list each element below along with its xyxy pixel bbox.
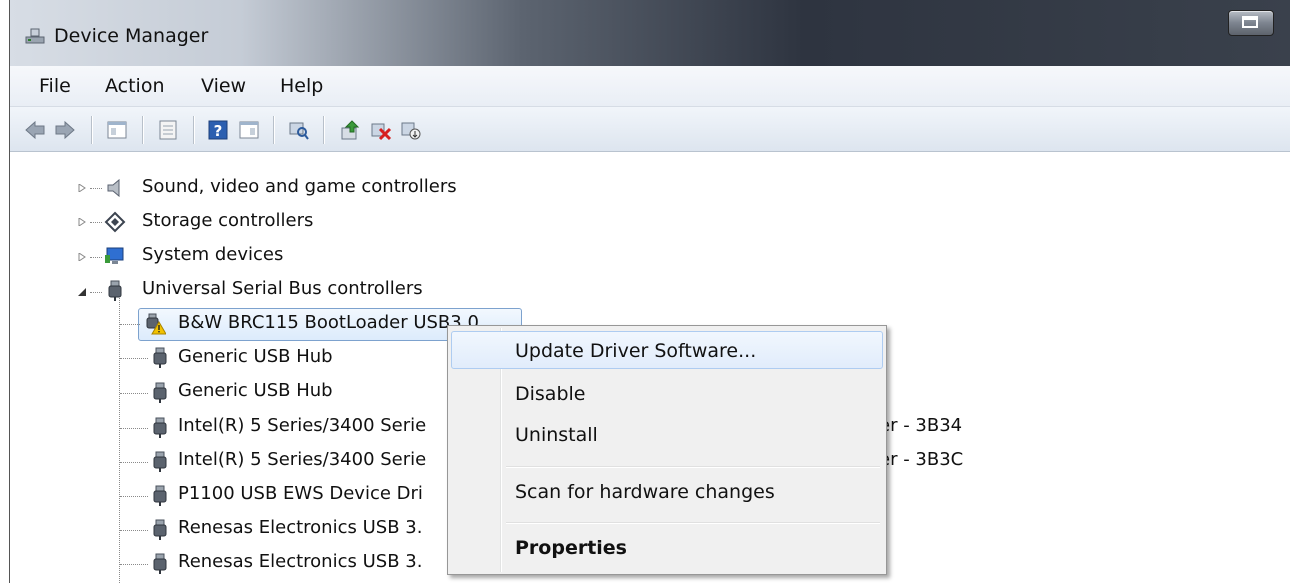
- usb-icon: [153, 382, 167, 403]
- tree-connector: [90, 292, 102, 293]
- usb-icon: [153, 417, 167, 438]
- usb-device-label: Renesas Electronics USB 3.: [178, 551, 423, 572]
- menu-item-label: Disable: [515, 383, 586, 405]
- usb-device-label: Generic USB Hub: [178, 346, 333, 367]
- scan-for-hardware-changes-menu-item[interactable]: Scan for hardware changes: [451, 472, 883, 510]
- usb-icon: [153, 485, 167, 506]
- toolbar: ?: [10, 107, 1290, 152]
- menu-item-label: Scan for hardware changes: [515, 481, 775, 503]
- tree-connector: [120, 564, 148, 565]
- tree-connector: [120, 324, 140, 325]
- update-driver-icon[interactable]: [339, 119, 361, 141]
- menu-separator: [506, 466, 880, 468]
- device-manager-window: Device Manager File Action View Help ? S…: [9, 0, 1290, 583]
- update-driver-software-menu-item[interactable]: Update Driver Software...: [451, 331, 883, 369]
- toolbar-separator: [323, 116, 325, 144]
- tree-connector: [120, 428, 148, 429]
- svg-text:?: ?: [214, 122, 223, 140]
- menu-view[interactable]: View: [201, 75, 246, 97]
- toolbar-separator: [193, 116, 195, 144]
- speaker-icon: [107, 178, 120, 198]
- context-menu: Update Driver Software... Disable Uninst…: [447, 325, 887, 575]
- expand-arrow-icon[interactable]: [78, 184, 86, 192]
- usb-device-label: B&W BRC115 BootLoader USB3.0: [178, 312, 479, 333]
- menu-help[interactable]: Help: [280, 75, 323, 97]
- properties-icon[interactable]: [157, 119, 179, 141]
- menu-item-label: Properties: [515, 537, 627, 559]
- tree-category-label: System devices: [142, 244, 284, 265]
- usb-device-label: Intel(R) 5 Series/3400 Serie: [178, 415, 427, 436]
- tree-connector: [120, 358, 148, 359]
- storage-icon: [104, 211, 126, 233]
- tree-connector: [120, 462, 148, 463]
- tree-connector: [120, 393, 148, 394]
- disable-menu-item[interactable]: Disable: [451, 374, 883, 412]
- back-icon[interactable]: [24, 119, 46, 141]
- help-icon[interactable]: ?: [207, 119, 229, 141]
- expand-arrow-icon[interactable]: [78, 253, 86, 261]
- usb-device-label: Generic USB Hub: [178, 380, 333, 401]
- disable-device-icon[interactable]: [400, 119, 422, 141]
- toolbar-separator: [142, 116, 144, 144]
- action-pane-icon[interactable]: [238, 119, 260, 141]
- tree-category-label: Storage controllers: [142, 210, 314, 231]
- usb-icon: [153, 347, 167, 368]
- collapse-arrow-icon[interactable]: [78, 288, 86, 296]
- uninstall-icon[interactable]: [370, 119, 392, 141]
- show-hide-tree-icon[interactable]: [106, 119, 128, 141]
- expand-arrow-icon[interactable]: [78, 218, 86, 226]
- usb-warning-icon: [146, 313, 166, 335]
- tree-connector: [120, 530, 148, 531]
- scan-hardware-icon[interactable]: [288, 119, 310, 141]
- computer-icon: [105, 247, 124, 264]
- window-title: Device Manager: [54, 25, 209, 47]
- menu-action[interactable]: Action: [105, 75, 165, 97]
- properties-menu-item[interactable]: Properties: [451, 528, 883, 566]
- forward-icon[interactable]: [54, 119, 76, 141]
- menu-bar: File Action View Help: [10, 66, 1290, 107]
- usb-device-label: Intel(R) 5 Series/3400 Serie: [178, 449, 427, 470]
- restore-icon: [1242, 16, 1258, 28]
- title-bar[interactable]: Device Manager: [10, 0, 1290, 66]
- toolbar-separator: [91, 116, 93, 144]
- tree-connector: [90, 188, 102, 189]
- tree-category-label: Sound, video and game controllers: [142, 176, 457, 197]
- usb-icon: [153, 519, 167, 540]
- usb-icon: [153, 451, 167, 472]
- menu-file[interactable]: File: [39, 75, 71, 97]
- tree-connector: [90, 257, 102, 258]
- menu-item-label: Uninstall: [515, 424, 598, 446]
- menu-separator: [506, 522, 880, 524]
- toolbar-separator: [273, 116, 275, 144]
- tree-connector: [90, 222, 102, 223]
- tree-connector: [119, 294, 120, 583]
- usb-icon: [108, 280, 122, 301]
- device-manager-app-icon: [25, 28, 45, 44]
- restore-button[interactable]: [1228, 10, 1274, 36]
- usb-device-label: P1100 USB EWS Device Dri: [178, 483, 423, 504]
- uninstall-menu-item[interactable]: Uninstall: [451, 415, 883, 453]
- tree-connector: [120, 496, 148, 497]
- usb-icon: [153, 553, 167, 574]
- menu-item-label: Update Driver Software...: [515, 340, 757, 362]
- tree-category-label: Universal Serial Bus controllers: [142, 278, 423, 299]
- usb-device-label: Renesas Electronics USB 3.: [178, 517, 423, 538]
